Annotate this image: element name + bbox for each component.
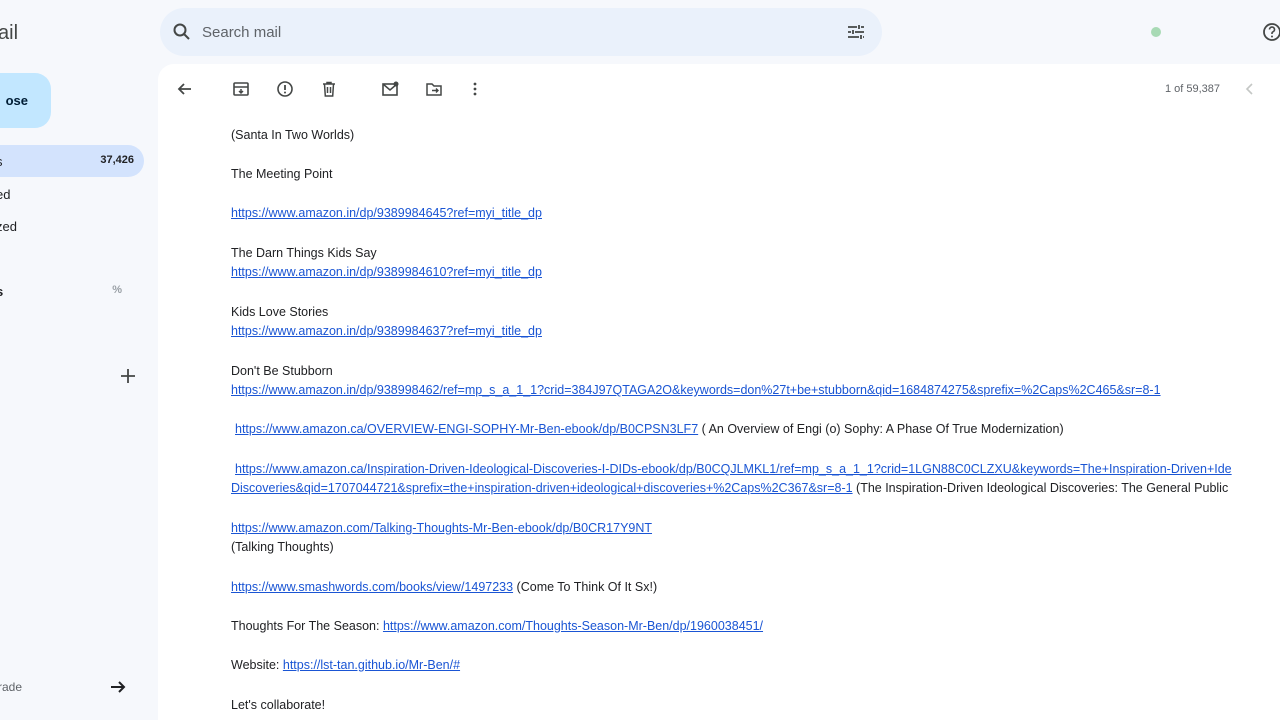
email-link[interactable]: https://www.amazon.com/Talking-Thoughts-… [231, 521, 652, 535]
sidebar-item-label: s [0, 154, 3, 169]
back-arrow-icon[interactable] [176, 80, 194, 98]
compose-label: ose [5, 93, 28, 108]
email-text-line: (Talking Thoughts) [231, 540, 334, 554]
email-text-line: https://www.smashwords.com/books/view/14… [231, 578, 657, 598]
unread-count: 37,426 [100, 154, 134, 166]
email-link[interactable]: https://www.amazon.in/dp/9389984637?ref=… [231, 324, 542, 338]
email-text-line: (Santa In Two Worlds) [231, 128, 355, 142]
move-to-icon[interactable] [425, 80, 443, 98]
email-text-line: Discoveries&qid=1707044721&sprefix=the+i… [231, 479, 1228, 499]
sidebar-item-snoozed[interactable]: zed [0, 210, 144, 242]
email-text-line: The Meeting Point [231, 167, 333, 181]
email-link[interactable]: Discoveries&qid=1707044721&sprefix=the+i… [231, 481, 853, 495]
compose-button[interactable]: ose [0, 73, 51, 128]
email-link[interactable]: https://lst-tan.github.io/Mr-Ben/# [283, 658, 460, 672]
email-text-line: Don't Be Stubborn [231, 364, 333, 378]
sidebar-item-inbox[interactable]: s 37,426 [0, 145, 144, 177]
email-text-line: Kids Love Stories [231, 305, 329, 319]
report-spam-icon[interactable] [276, 80, 294, 98]
email-text-line: The Darn Things Kids Say [231, 246, 377, 260]
sidebar-item-starred[interactable]: ed [0, 178, 144, 210]
email-link-caption: (Come To Think Of It Sx!) [513, 580, 658, 594]
sidebar-item-label: zed [0, 219, 17, 234]
email-link[interactable]: https://www.amazon.ca/Inspiration-Driven… [235, 462, 1232, 476]
pagination-count: 1 of 59,387 [1164, 83, 1220, 95]
sidebar-item-count: % [112, 284, 122, 296]
search-bar [160, 8, 882, 56]
help-icon[interactable] [1262, 22, 1280, 42]
gmail-logo[interactable]: ail [0, 22, 18, 45]
sidebar-item-labels[interactable]: s % [0, 275, 144, 307]
email-link[interactable]: https://www.smashwords.com/books/view/14… [231, 580, 513, 594]
delete-icon[interactable] [320, 80, 338, 98]
email-link-caption: ( An Overview of Engi (o) Sophy: A Phase… [698, 422, 1064, 436]
search-icon[interactable] [172, 22, 192, 42]
sidebar-item-label: ed [0, 187, 11, 202]
message-view: 1 of 59,387 (Santa In Two Worlds) The Me… [158, 64, 1280, 720]
email-link[interactable]: https://www.amazon.ca/OVERVIEW-ENGI-SOPH… [235, 422, 698, 436]
email-link[interactable]: https://www.amazon.in/dp/9389984610?ref=… [231, 265, 542, 279]
email-link[interactable]: https://www.amazon.com/Thoughts-Season-M… [383, 619, 763, 633]
email-link[interactable]: https://www.amazon.in/dp/9389984645?ref=… [231, 206, 542, 220]
search-input[interactable] [202, 20, 802, 44]
sidebar: ail ose s 37,426 ed zed s % rade [0, 0, 158, 720]
add-label-icon[interactable] [118, 366, 138, 386]
email-text-line: Thoughts For The Season: https://www.ama… [231, 617, 763, 637]
email-text-line: Website: https://lst-tan.github.io/Mr-Be… [231, 656, 460, 676]
upgrade-label[interactable]: rade [0, 680, 22, 694]
mark-unread-icon[interactable] [381, 80, 399, 98]
arrow-right-icon[interactable] [108, 677, 128, 697]
email-text-line: https://www.amazon.ca/OVERVIEW-ENGI-SOPH… [235, 420, 1064, 440]
email-link[interactable]: https://www.amazon.in/dp/938998462/ref=m… [231, 383, 1161, 397]
email-text-line: Let's collaborate! [231, 698, 326, 712]
chevron-left-icon[interactable] [1242, 81, 1258, 97]
email-link-caption: (The Inspiration-Driven Ideological Disc… [852, 481, 1229, 495]
status-indicator[interactable] [1151, 27, 1161, 37]
archive-icon[interactable] [232, 80, 250, 98]
email-label: Website: [231, 658, 283, 672]
search-options-icon[interactable] [846, 22, 866, 42]
email-label: Thoughts For The Season: [231, 619, 383, 633]
more-options-icon[interactable] [466, 80, 484, 98]
sidebar-item-label: s [0, 284, 3, 299]
